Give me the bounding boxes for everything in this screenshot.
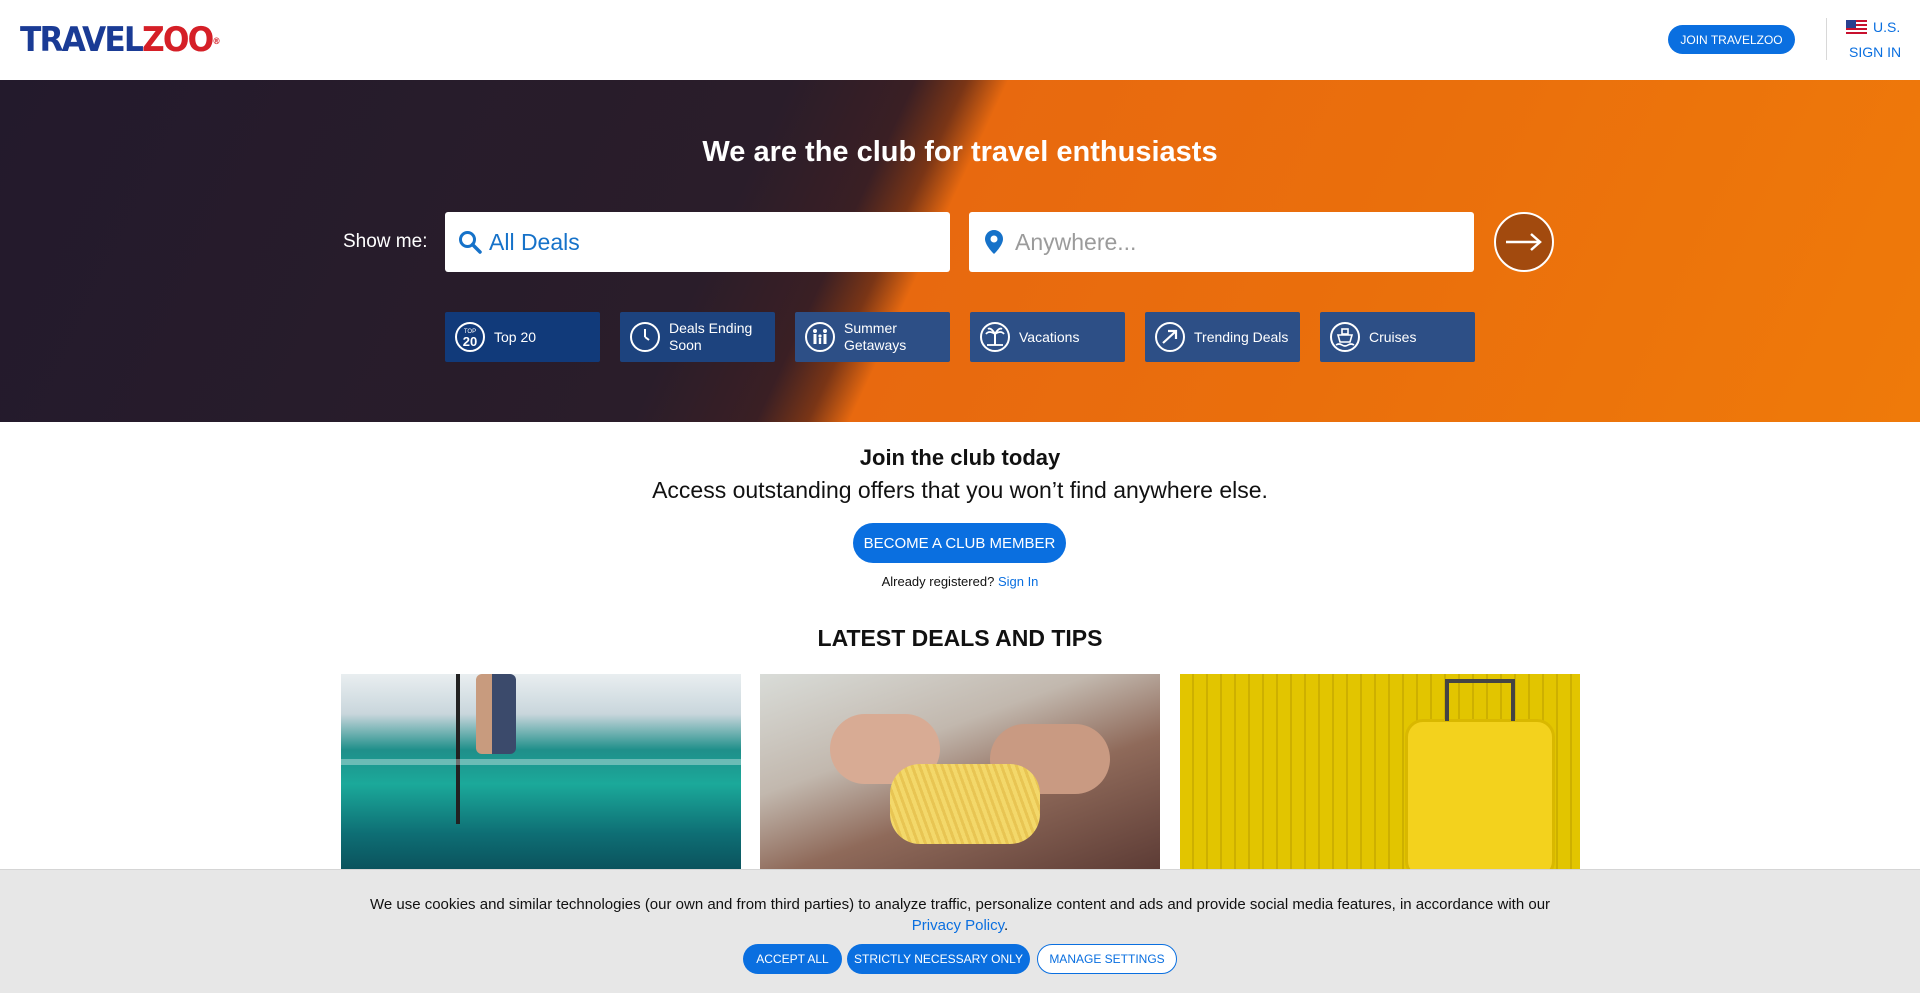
privacy-policy-link[interactable]: Privacy Policy	[912, 917, 1004, 934]
top20-icon-number: 20	[463, 334, 477, 349]
paddle	[456, 674, 460, 824]
destination-input[interactable]	[1015, 228, 1455, 256]
chip-label: Vacations	[1019, 328, 1080, 345]
location-pin-icon	[981, 229, 1007, 255]
chip-label: Top 20	[494, 328, 537, 345]
chip-trending-deals[interactable]: Trending Deals	[1145, 312, 1300, 362]
cookie-message-text: We use cookies and similar technologies …	[369, 896, 1551, 913]
yellow-suitcase	[1405, 719, 1555, 874]
search-icon	[457, 229, 483, 255]
water-surface	[341, 759, 741, 765]
pasta-strands	[890, 764, 1040, 844]
strictly-necessary-button[interactable]: STRICTLY NECESSARY ONLY	[847, 944, 1030, 974]
hero-title: We are the club for travel enthusiasts	[702, 136, 1218, 168]
chip-cruises[interactable]: Cruises	[1320, 312, 1475, 362]
suitcase-handle	[1445, 679, 1515, 721]
trending-arrow-icon	[1155, 322, 1185, 352]
hero-search-section: We are the club for travel enthusiasts S…	[0, 80, 1920, 422]
deal-type-value: All Deals	[489, 228, 580, 255]
join-club-subtitle: Access outstanding offers that you won’t…	[652, 477, 1268, 503]
palm-tree-icon	[980, 322, 1010, 352]
header-sign-in-link[interactable]: SIGN IN	[1849, 44, 1901, 60]
cookie-message-period: .	[1004, 917, 1009, 934]
cookie-consent-banner: We use cookies and similar technologies …	[0, 869, 1920, 993]
deal-type-selector[interactable]: All Deals	[445, 212, 950, 272]
header-divider	[1826, 18, 1827, 60]
become-member-button[interactable]: BECOME A CLUB MEMBER	[853, 523, 1066, 563]
sign-in-link[interactable]: Sign In	[998, 574, 1038, 589]
arrow-right-icon	[1506, 233, 1542, 251]
us-flag-icon	[1846, 20, 1867, 34]
join-travelzoo-button[interactable]: JOIN TRAVELZOO	[1668, 25, 1795, 54]
search-submit-button[interactable]	[1494, 212, 1554, 272]
join-club-title: Join the club today	[859, 445, 1061, 470]
logo-travel-text: TRAVEL	[20, 20, 144, 60]
chip-summer-getaways[interactable]: Summer Getaways	[795, 312, 950, 362]
deal-card-pasta-image[interactable]	[760, 674, 1160, 874]
chip-label: Summer Getaways	[844, 320, 907, 353]
clock-icon	[630, 322, 660, 352]
ship-icon	[1330, 322, 1360, 352]
family-icon	[805, 322, 835, 352]
chip-label: Cruises	[1369, 328, 1417, 345]
chip-top-20[interactable]: TOP 20 Top 20	[445, 312, 600, 362]
travelzoo-logo[interactable]: TRAVELZOO®	[20, 20, 221, 60]
country-selector[interactable]: U.S.	[1846, 17, 1900, 37]
paddleboarder-legs	[476, 674, 516, 754]
show-me-label: Show me:	[343, 231, 428, 252]
country-label: U.S.	[1873, 19, 1901, 35]
chip-label: Deals Ending Soon	[669, 320, 753, 353]
chip-label: Trending Deals	[1194, 328, 1289, 345]
logo-zoo-text: ZOO	[141, 20, 214, 60]
deal-category-chips: TOP 20 Top 20 Deals Ending Soon Summer Ge…	[445, 312, 1475, 362]
latest-deals-title: LATEST DEALS AND TIPS	[817, 625, 1103, 651]
already-registered-label: Already registered?	[881, 574, 995, 589]
cookie-message: We use cookies and similar technologies …	[0, 894, 1920, 936]
manage-settings-button[interactable]: MANAGE SETTINGS	[1037, 944, 1177, 974]
chip-vacations[interactable]: Vacations	[970, 312, 1125, 362]
deal-card-luggage-image[interactable]	[1180, 674, 1580, 874]
already-registered-text: Already registered? Sign In	[0, 574, 1920, 589]
deal-card-paddleboard-image[interactable]	[341, 674, 741, 874]
site-header: TRAVELZOO® JOIN TRAVELZOO U.S. SIGN IN	[0, 0, 1920, 80]
top20-icon: TOP 20	[455, 322, 485, 352]
logo-registered-mark: ®	[212, 37, 220, 47]
accept-all-button[interactable]: ACCEPT ALL	[743, 944, 842, 974]
chip-deals-ending-soon[interactable]: Deals Ending Soon	[620, 312, 775, 362]
destination-field[interactable]	[969, 212, 1474, 272]
